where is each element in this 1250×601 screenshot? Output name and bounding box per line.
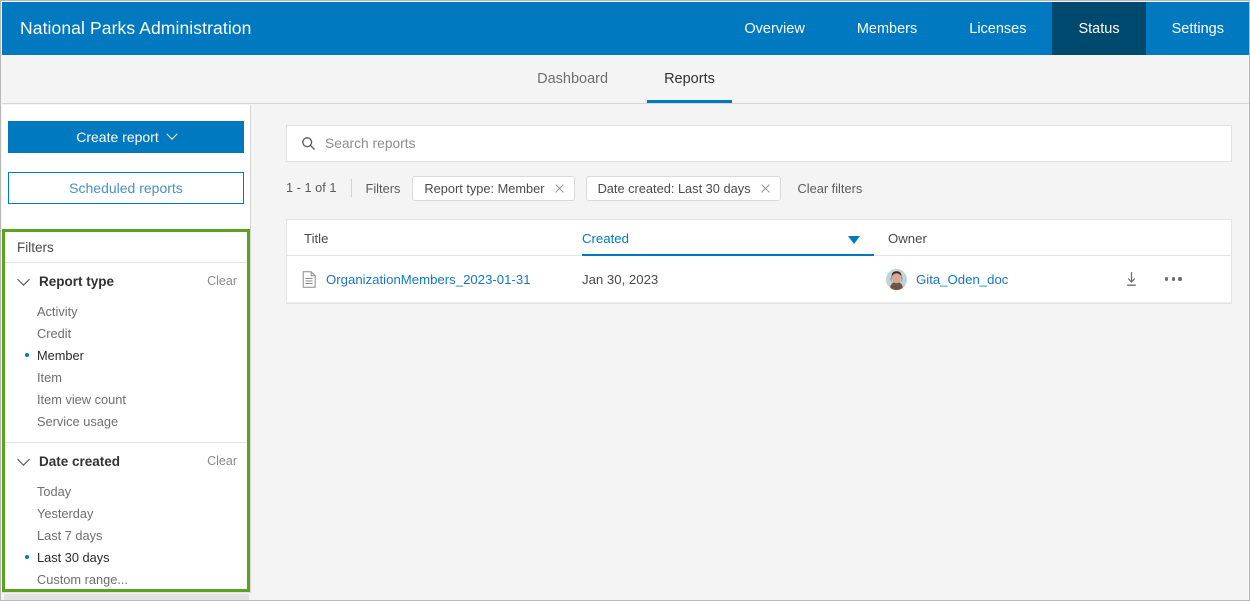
dot: [1165, 277, 1168, 280]
filter-option-member[interactable]: Member: [5, 344, 247, 366]
sidebar-actions: Create report Scheduled reports: [2, 105, 250, 204]
clear-filters-button[interactable]: Clear filters: [798, 181, 863, 196]
column-header-title[interactable]: Title: [287, 231, 582, 255]
filters-bar-label: Filters: [352, 181, 413, 196]
create-report-button[interactable]: Create report: [8, 121, 244, 153]
scheduled-reports-button[interactable]: Scheduled reports: [8, 172, 244, 204]
scrollbar-thumb[interactable]: [4, 594, 249, 601]
filters-heading: Filters: [5, 232, 247, 263]
filter-chip-date-created[interactable]: Date created: Last 30 days: [586, 176, 781, 201]
filter-option-custom-range[interactable]: Custom range...: [5, 568, 247, 590]
clear-report-type-link[interactable]: Clear: [207, 274, 239, 288]
cell-created: Jan 30, 2023: [582, 272, 874, 287]
filter-option-item[interactable]: Item: [5, 366, 247, 388]
primary-nav: Overview Members Licenses Status Setting…: [718, 2, 1250, 55]
filters-panel: Filters Report type Clear Activity Credi…: [2, 229, 250, 592]
org-title: National Parks Administration: [2, 2, 718, 55]
main-content: 1 - 1 of 1 Filters Report type: Member D…: [252, 105, 1250, 601]
table-header-row: Title Created Owner: [287, 220, 1231, 256]
create-report-label: Create report: [76, 129, 158, 145]
filter-option-last-7-days[interactable]: Last 7 days: [5, 524, 247, 546]
filter-chip-report-type[interactable]: Report type: Member: [412, 176, 574, 201]
filter-group-date-created: Date created Clear Today Yesterday Last …: [5, 442, 247, 592]
search-input[interactable]: [325, 136, 1162, 151]
owner-link[interactable]: Gita_Oden_doc: [916, 272, 1008, 287]
chevron-down-icon: [166, 129, 177, 140]
column-header-created-label: Created: [582, 231, 629, 246]
table-row[interactable]: OrganizationMembers_2023-01-31 Jan 30, 2…: [287, 256, 1231, 303]
filter-option-item-view-count[interactable]: Item view count: [5, 388, 247, 410]
cell-owner: Gita_Oden_doc: [874, 269, 1116, 290]
reports-table: Title Created Owner Organization: [286, 219, 1232, 304]
chevron-down-icon: [17, 453, 30, 466]
cell-actions: [1116, 271, 1231, 287]
avatar-photo: [886, 269, 907, 290]
cell-title: OrganizationMembers_2023-01-31: [287, 271, 582, 288]
filter-group-header-report-type[interactable]: Report type Clear: [5, 263, 247, 299]
column-header-owner[interactable]: Owner: [874, 231, 1231, 255]
nav-item-status[interactable]: Status: [1052, 2, 1145, 55]
filter-group-title: Report type: [39, 274, 207, 289]
filter-group-title: Date created: [39, 454, 207, 469]
row-overflow-menu-icon[interactable]: [1163, 273, 1184, 284]
dot: [1178, 277, 1181, 280]
search-icon: [301, 136, 316, 151]
filter-option-yesterday[interactable]: Yesterday: [5, 502, 247, 524]
close-icon[interactable]: [760, 183, 771, 194]
filter-options-report-type: Activity Credit Member Item Item view co…: [5, 299, 247, 442]
filter-group-header-date-created[interactable]: Date created Clear: [5, 443, 247, 479]
nav-item-licenses[interactable]: Licenses: [943, 2, 1052, 55]
filter-option-activity[interactable]: Activity: [5, 300, 247, 322]
tab-dashboard[interactable]: Dashboard: [509, 55, 636, 103]
filter-option-last-30-days[interactable]: Last 30 days: [5, 546, 247, 568]
column-header-created[interactable]: Created: [582, 231, 874, 255]
result-count: 1 - 1 of 1: [286, 179, 352, 197]
download-icon[interactable]: [1124, 271, 1139, 287]
top-header: National Parks Administration Overview M…: [2, 2, 1250, 55]
nav-item-settings[interactable]: Settings: [1146, 2, 1250, 55]
sort-descending-icon: [848, 236, 860, 244]
filter-chip-label: Report type: Member: [424, 181, 544, 196]
sidebar-horizontal-scrollbar[interactable]: [2, 592, 251, 601]
filter-chip-bar: 1 - 1 of 1 Filters Report type: Member D…: [286, 173, 1232, 203]
filter-options-date-created: Today Yesterday Last 7 days Last 30 days…: [5, 479, 247, 592]
secondary-nav: Dashboard Reports: [2, 55, 1250, 104]
tab-reports[interactable]: Reports: [636, 55, 743, 103]
app-window: National Parks Administration Overview M…: [0, 0, 1250, 601]
filter-group-report-type: Report type Clear Activity Credit Member…: [5, 263, 247, 442]
filter-option-service-usage[interactable]: Service usage: [5, 410, 247, 432]
nav-item-overview[interactable]: Overview: [718, 2, 830, 55]
close-icon[interactable]: [554, 183, 565, 194]
filter-option-credit[interactable]: Credit: [5, 322, 247, 344]
dot: [1172, 277, 1175, 280]
chevron-down-icon: [17, 273, 30, 286]
clear-date-created-link[interactable]: Clear: [207, 454, 239, 468]
search-bar[interactable]: [286, 125, 1232, 162]
nav-item-members[interactable]: Members: [831, 2, 943, 55]
filter-chip-label: Date created: Last 30 days: [598, 181, 751, 196]
filter-option-today[interactable]: Today: [5, 480, 247, 502]
document-icon: [302, 271, 317, 288]
avatar: [886, 269, 907, 290]
report-title-link[interactable]: OrganizationMembers_2023-01-31: [326, 272, 531, 287]
